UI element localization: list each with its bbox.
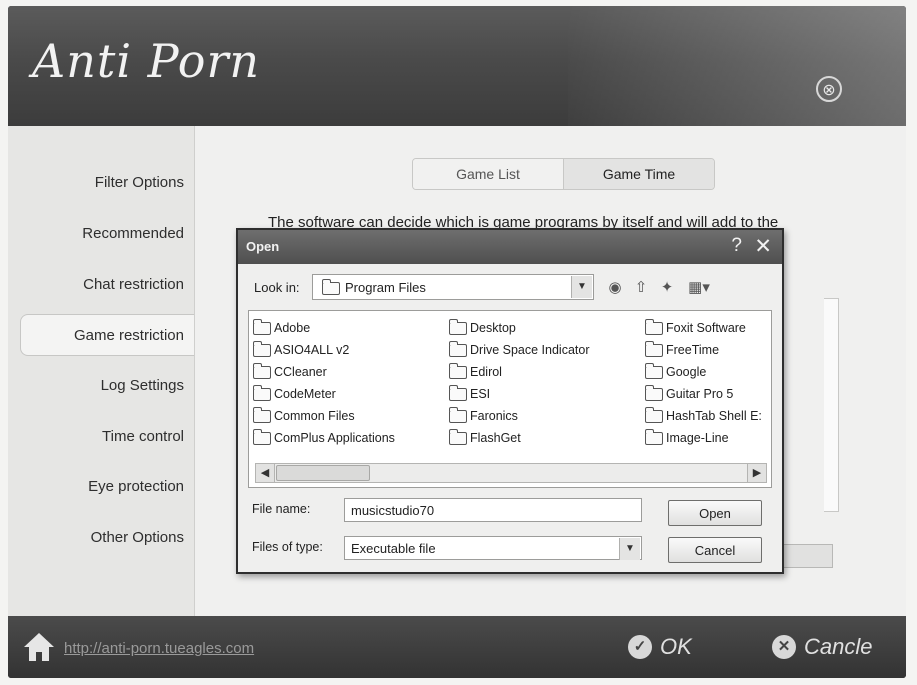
list-item[interactable]: Image-Line (645, 427, 762, 449)
list-item[interactable]: Google (645, 361, 762, 383)
file-list: Adobe ASIO4ALL v2 CCleaner CodeMeter Com… (248, 310, 772, 488)
scroll-left-icon[interactable]: ◀ (256, 464, 275, 482)
folder-icon (253, 318, 271, 335)
open-dialog: Open ? ✕ Look in: Program Files ▼ ◉ ⇧ ✦ … (236, 228, 784, 574)
dialog-titlebar: Open ? ✕ (238, 230, 782, 264)
app-title: Anti Porn (32, 34, 261, 88)
sidebar-item-eye-protection[interactable]: Eye protection (20, 466, 194, 508)
folder-icon (449, 428, 467, 445)
look-in-value: Program Files (345, 280, 426, 295)
list-item[interactable]: Guitar Pro 5 (645, 383, 762, 405)
chevron-down-icon[interactable]: ▼ (619, 538, 640, 560)
list-item[interactable]: CCleaner (253, 361, 395, 383)
dialog-title: Open (246, 239, 280, 254)
list-item[interactable]: Common Files (253, 405, 395, 427)
dialog-cancel-button[interactable]: Cancel (668, 537, 762, 563)
folder-icon (645, 362, 663, 379)
folder-icon (645, 384, 663, 401)
list-item[interactable]: Faronics (449, 405, 590, 427)
sidebar-item-recommended[interactable]: Recommended (20, 213, 194, 255)
view-menu-icon[interactable]: ▦▾ (684, 277, 714, 299)
sidebar: Filter Options Recommended Chat restrict… (8, 126, 195, 616)
file-column-2: Desktop Drive Space Indicator Edirol ESI… (449, 317, 590, 449)
list-item[interactable]: HashTab Shell E: (645, 405, 762, 427)
list-item[interactable]: Adobe (253, 317, 395, 339)
folder-icon (645, 428, 663, 445)
folder-icon (449, 406, 467, 423)
list-item[interactable]: Edirol (449, 361, 590, 383)
ok-button[interactable]: ✓ OK (628, 630, 692, 664)
home-icon[interactable] (22, 630, 56, 664)
close-icon[interactable]: ⊗ (816, 76, 842, 102)
game-list-box (824, 298, 839, 512)
list-item[interactable]: FreeTime (645, 339, 762, 361)
folder-icon (449, 318, 467, 335)
folder-icon (449, 384, 467, 401)
horizontal-scrollbar[interactable]: ◀ ▶ (255, 463, 767, 483)
file-type-label: Files of type: (252, 540, 323, 554)
file-column-3: Foxit Software FreeTime Google Guitar Pr… (645, 317, 762, 449)
folder-icon (253, 340, 271, 357)
sidebar-item-filter-options[interactable]: Filter Options (20, 162, 194, 204)
up-folder-icon[interactable]: ⇧ (630, 277, 652, 299)
tab-game-time[interactable]: Game Time (563, 159, 714, 189)
folder-icon (253, 362, 271, 379)
list-item[interactable]: CodeMeter (253, 383, 395, 405)
folder-icon (645, 406, 663, 423)
x-circle-icon: ✕ (772, 635, 796, 659)
cancel-label: Cancle (804, 634, 873, 659)
list-item[interactable]: ASIO4ALL v2 (253, 339, 395, 361)
list-item[interactable]: FlashGet (449, 427, 590, 449)
folder-icon (253, 428, 271, 445)
list-item[interactable]: Drive Space Indicator (449, 339, 590, 361)
folder-icon (449, 340, 467, 357)
folder-icon (645, 340, 663, 357)
footer-bar: http://anti-porn.tueagles.com ✓ OK ✕ Can… (8, 616, 906, 678)
sidebar-item-chat-restriction[interactable]: Chat restriction (20, 264, 194, 306)
scroll-right-icon[interactable]: ▶ (747, 464, 766, 482)
tab-bar: Game List Game Time (412, 158, 715, 190)
scroll-thumb[interactable] (276, 465, 370, 481)
sidebar-item-log-settings[interactable]: Log Settings (20, 365, 194, 407)
file-type-dropdown[interactable]: Executable file ▼ (344, 536, 642, 560)
file-column-1: Adobe ASIO4ALL v2 CCleaner CodeMeter Com… (253, 317, 395, 449)
folder-icon (645, 318, 663, 335)
help-icon[interactable]: ? (731, 235, 742, 257)
folder-icon (322, 279, 340, 295)
dialog-close-icon[interactable]: ✕ (754, 234, 772, 259)
folder-icon (253, 384, 271, 401)
folder-icon (253, 406, 271, 423)
new-folder-icon[interactable]: ✦ (656, 277, 678, 299)
sidebar-item-time-control[interactable]: Time control (20, 416, 194, 458)
background-button[interactable] (784, 544, 833, 568)
list-item[interactable]: Desktop (449, 317, 590, 339)
chevron-down-icon[interactable]: ▼ (571, 276, 592, 298)
look-in-dropdown[interactable]: Program Files ▼ (312, 274, 594, 300)
folder-icon (449, 362, 467, 379)
sidebar-item-other-options[interactable]: Other Options (20, 517, 194, 559)
check-icon: ✓ (628, 635, 652, 659)
list-item[interactable]: ComPlus Applications (253, 427, 395, 449)
tab-game-list[interactable]: Game List (413, 159, 563, 189)
file-name-label: File name: (252, 502, 311, 516)
open-button[interactable]: Open (668, 500, 762, 526)
file-name-input[interactable]: musicstudio70 (344, 498, 642, 522)
list-item[interactable]: Foxit Software (645, 317, 762, 339)
list-item[interactable]: ESI (449, 383, 590, 405)
back-icon[interactable]: ◉ (604, 277, 626, 299)
website-link[interactable]: http://anti-porn.tueagles.com (64, 640, 254, 657)
cancel-button[interactable]: ✕ Cancle (772, 630, 872, 664)
look-in-label: Look in: (254, 280, 300, 295)
sidebar-item-game-restriction[interactable]: Game restriction (20, 314, 194, 356)
ok-label: OK (660, 634, 692, 659)
file-type-value: Executable file (351, 541, 436, 556)
